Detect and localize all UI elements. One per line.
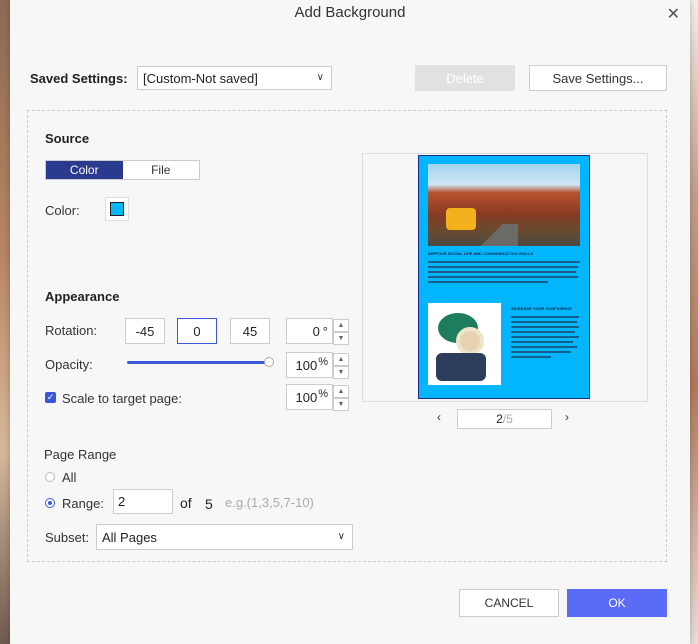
- opacity-stepper: ▲ ▼: [333, 353, 349, 379]
- all-label: All: [62, 470, 77, 485]
- preview-text-line: [428, 281, 548, 283]
- add-background-dialog: Add Background ✕ Saved Settings: [Custom…: [10, 0, 690, 644]
- stepper-down-icon[interactable]: ▼: [333, 366, 349, 379]
- close-icon[interactable]: ✕: [667, 4, 680, 24]
- color-label: Color:: [45, 203, 80, 218]
- scale-value: 100: [295, 389, 318, 405]
- van-shape: [446, 208, 476, 230]
- opacity-label: Opacity:: [45, 357, 93, 372]
- preview-text-line: [511, 321, 577, 323]
- rotation-stepper: ▲ ▼: [333, 319, 349, 345]
- preview-text-line: [511, 356, 551, 358]
- stepper-down-icon[interactable]: ▼: [333, 332, 349, 345]
- chevron-down-icon: ∨: [316, 72, 324, 83]
- scale-unit: %: [318, 388, 328, 400]
- preview-text-line: [511, 316, 579, 318]
- stepper-down-icon[interactable]: ▼: [333, 398, 349, 411]
- opacity-unit: %: [318, 356, 328, 368]
- background-photo-left: [0, 0, 10, 644]
- source-heading: Source: [45, 131, 90, 146]
- next-page-icon[interactable]: ›: [565, 410, 569, 424]
- saved-settings-dropdown[interactable]: [Custom-Not saved] ∨: [137, 66, 332, 90]
- cancel-button[interactable]: CANCEL: [459, 589, 559, 617]
- preview-text-line: [428, 261, 580, 263]
- hat-shape: [456, 327, 484, 355]
- total-pages: 5: [205, 496, 213, 512]
- radio-all[interactable]: [45, 472, 55, 482]
- source-toggle: Color File: [45, 160, 200, 180]
- of-label: of: [180, 495, 192, 511]
- range-label: Range:: [62, 496, 104, 511]
- stepper-up-icon[interactable]: ▲: [333, 385, 349, 398]
- preview-heading-1: IMPROVE SOCIAL LIFE AND COMMUNICATION SK…: [428, 251, 534, 256]
- opacity-slider-thumb[interactable]: [264, 357, 274, 367]
- scale-label: Scale to target page:: [62, 391, 182, 406]
- chevron-down-icon: ∨: [337, 531, 345, 542]
- preview-text-line: [511, 336, 579, 338]
- total-page-suffix: /5: [502, 412, 513, 426]
- preview-text-line: [511, 351, 571, 353]
- color-picker[interactable]: [105, 197, 129, 221]
- saved-settings-value: [Custom-Not saved]: [143, 70, 258, 86]
- rotation-unit: °: [322, 323, 328, 339]
- appearance-heading: Appearance: [45, 289, 120, 304]
- opacity-value: 100: [295, 357, 318, 373]
- preview-heading-2: INCREASE YOUR CONFIDENCE: [511, 306, 572, 311]
- rotation-option-0[interactable]: 0: [177, 318, 217, 344]
- preview-text-line: [511, 326, 579, 328]
- prev-page-icon[interactable]: ‹: [437, 410, 441, 424]
- rotation-value: 0: [312, 323, 320, 339]
- preview-flatlay-image: [428, 303, 501, 385]
- preview-text-line: [428, 271, 576, 273]
- delete-button[interactable]: Delete: [415, 65, 515, 91]
- rotation-option-neg45[interactable]: -45: [125, 318, 165, 344]
- opacity-input[interactable]: 100 %: [286, 352, 333, 378]
- dialog-title: Add Background: [294, 4, 406, 21]
- opacity-slider-track[interactable]: [127, 361, 269, 364]
- preview-text-line: [511, 331, 575, 333]
- saved-settings-label: Saved Settings:: [30, 71, 128, 86]
- preview-text-line: [511, 346, 577, 348]
- preview-landscape-image: [428, 164, 580, 246]
- preview-page: IMPROVE SOCIAL LIFE AND COMMUNICATION SK…: [418, 155, 590, 399]
- ok-button[interactable]: OK: [567, 589, 667, 617]
- stepper-up-icon[interactable]: ▲: [333, 353, 349, 366]
- color-swatch: [110, 202, 124, 216]
- tab-color[interactable]: Color: [46, 161, 123, 179]
- save-settings-button[interactable]: Save Settings...: [529, 65, 667, 91]
- current-page: 2: [496, 412, 503, 426]
- bag-shape: [436, 353, 486, 381]
- page-number-input[interactable]: 2/5: [457, 409, 552, 429]
- preview-text-line: [428, 266, 578, 268]
- preview-area: IMPROVE SOCIAL LIFE AND COMMUNICATION SK…: [362, 153, 648, 402]
- rotation-value-input[interactable]: 0 °: [286, 318, 333, 344]
- scale-input[interactable]: 100 %: [286, 384, 333, 410]
- rotation-option-45[interactable]: 45: [230, 318, 270, 344]
- page-range-heading: Page Range: [44, 447, 117, 462]
- preview-text-line: [428, 276, 578, 278]
- preview-text-line: [511, 341, 573, 343]
- rotation-label: Rotation:: [45, 323, 98, 338]
- range-input[interactable]: 2: [113, 489, 173, 514]
- scale-stepper: ▲ ▼: [333, 385, 349, 411]
- subset-value: All Pages: [102, 529, 157, 545]
- subset-label: Subset:: [45, 530, 90, 545]
- stepper-up-icon[interactable]: ▲: [333, 319, 349, 332]
- scale-checkbox[interactable]: ✓: [45, 392, 56, 403]
- tab-file[interactable]: File: [123, 161, 200, 179]
- road-shape: [478, 224, 518, 246]
- radio-range[interactable]: [45, 498, 55, 508]
- subset-dropdown[interactable]: All Pages ∨: [96, 524, 353, 550]
- range-example: e.g.(1,3,5,7-10): [225, 495, 314, 510]
